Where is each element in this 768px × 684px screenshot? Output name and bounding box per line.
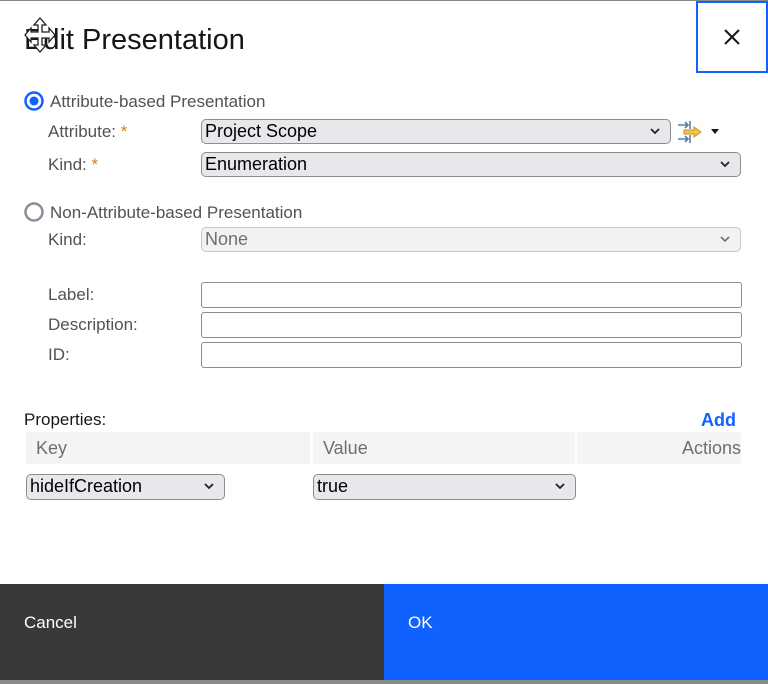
required-marker: * — [120, 122, 128, 141]
property-value-value: true — [317, 476, 349, 496]
attribute-select-value: Project Scope — [205, 121, 318, 141]
ok-button[interactable]: OK — [384, 584, 768, 680]
non-attribute-kind-label: Kind: — [48, 230, 87, 249]
label-field-label: Label: — [48, 285, 95, 304]
non-attribute-based-radio[interactable] — [24, 202, 44, 222]
cancel-button[interactable]: Cancel — [0, 584, 384, 680]
attribute-field-label: Attribute: * — [48, 122, 128, 141]
add-property-link[interactable]: Add — [701, 410, 736, 431]
property-key-select[interactable]: hideIfCreation — [26, 474, 225, 500]
mapping-arrows-icon — [678, 121, 702, 143]
column-header-key: Key — [26, 432, 310, 464]
id-input[interactable] — [201, 342, 742, 368]
kind-field-label: Kind: * — [48, 155, 99, 174]
chevron-down-icon — [204, 483, 214, 490]
close-button[interactable] — [696, 1, 768, 73]
non-attribute-kind-select[interactable]: None — [201, 227, 741, 252]
bottom-border — [0, 680, 768, 684]
chevron-down-icon — [720, 161, 730, 168]
column-header-value: Value — [313, 432, 575, 464]
label-input[interactable] — [201, 282, 742, 308]
description-input[interactable] — [201, 312, 742, 338]
column-header-actions: Actions — [577, 432, 741, 464]
cancel-button-label: Cancel — [24, 613, 77, 632]
non-attribute-kind-value: None — [205, 229, 249, 249]
chevron-down-icon — [555, 483, 565, 490]
id-field-label: ID: — [48, 345, 70, 364]
dialog-title: Edit Presentation — [24, 24, 245, 56]
attribute-mapping-menu-button[interactable] — [676, 119, 722, 145]
attribute-select[interactable]: Project Scope — [201, 119, 671, 144]
close-icon — [724, 29, 740, 45]
attribute-based-label[interactable]: Attribute-based Presentation — [50, 92, 265, 112]
non-attribute-based-label[interactable]: Non-Attribute-based Presentation — [50, 203, 302, 223]
top-border — [0, 0, 768, 1]
caret-down-icon — [711, 129, 719, 134]
ok-button-label: OK — [408, 613, 433, 632]
kind-select-value: Enumeration — [205, 154, 308, 174]
properties-label: Properties: — [24, 410, 107, 429]
property-key-value: hideIfCreation — [30, 476, 143, 496]
description-field-label: Description: — [48, 315, 138, 334]
attribute-based-radio[interactable] — [24, 91, 44, 111]
move-cursor-icon — [24, 17, 56, 53]
kind-select[interactable]: Enumeration — [201, 152, 741, 177]
property-value-select[interactable]: true — [313, 474, 576, 500]
chevron-down-icon — [650, 128, 660, 135]
chevron-down-icon — [720, 236, 730, 243]
